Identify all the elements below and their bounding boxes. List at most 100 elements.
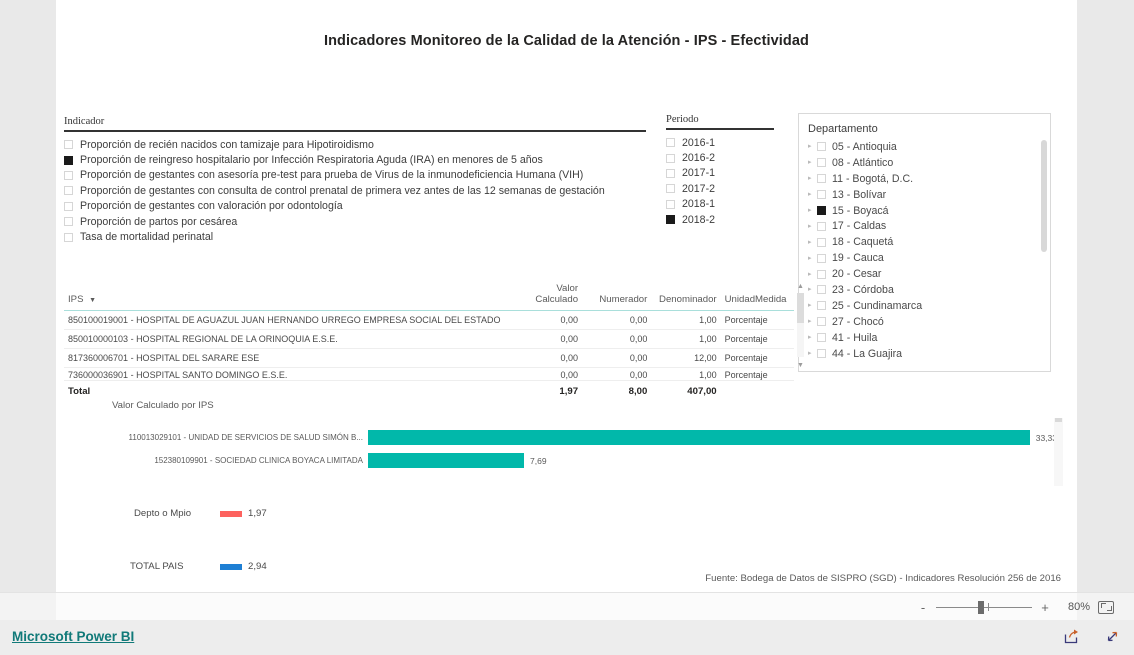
checkbox-unchecked[interactable] bbox=[666, 168, 675, 178]
periodo-option-5[interactable]: 2018-2 bbox=[666, 212, 774, 227]
departamento-scrollbar-thumb[interactable] bbox=[1041, 140, 1047, 252]
scroll-down-icon[interactable]: ▼ bbox=[795, 361, 806, 370]
table-row[interactable]: 850010000103 - HOSPITAL REGIONAL DE LA O… bbox=[64, 329, 794, 349]
departamento-option-5[interactable]: ▸ 17 - Caldas bbox=[808, 218, 1044, 234]
checkbox-unchecked[interactable] bbox=[817, 349, 826, 359]
indicador-option-2[interactable]: Proporción de gestantes con asesoría pre… bbox=[64, 168, 646, 183]
fullscreen-icon[interactable] bbox=[1103, 627, 1122, 651]
checkbox-unchecked[interactable] bbox=[64, 186, 73, 196]
chevron-right-icon[interactable]: ▸ bbox=[808, 334, 817, 341]
checkbox-unchecked[interactable] bbox=[666, 153, 675, 163]
chevron-right-icon[interactable]: ▸ bbox=[808, 302, 817, 309]
chevron-right-icon[interactable]: ▸ bbox=[808, 239, 817, 246]
bar-fill[interactable] bbox=[368, 453, 525, 468]
indicador-option-3[interactable]: Proporción de gestantes con consulta de … bbox=[64, 183, 646, 198]
chevron-right-icon[interactable]: ▸ bbox=[808, 223, 817, 230]
column-header-ips[interactable]: IPS ▼ bbox=[64, 281, 513, 311]
departamento-option-8[interactable]: ▸ 20 - Cesar bbox=[808, 266, 1044, 282]
zoom-out-button[interactable]: - bbox=[918, 601, 928, 614]
chevron-right-icon[interactable]: ▸ bbox=[808, 175, 817, 182]
chevron-right-icon[interactable]: ▸ bbox=[808, 191, 817, 198]
checkbox-unchecked[interactable] bbox=[817, 333, 826, 343]
checkbox-unchecked[interactable] bbox=[666, 199, 675, 209]
departamento-option-0[interactable]: ▸ 05 - Antioquia bbox=[808, 139, 1044, 155]
checkbox-unchecked[interactable] bbox=[666, 138, 675, 148]
departamento-option-10[interactable]: ▸ 25 - Cundinamarca bbox=[808, 298, 1044, 314]
departamento-option-label: 13 - Bolívar bbox=[832, 188, 887, 201]
chart-scrollbar[interactable] bbox=[1054, 418, 1063, 486]
departamento-option-7[interactable]: ▸ 19 - Cauca bbox=[808, 250, 1044, 266]
chevron-right-icon[interactable]: ▸ bbox=[808, 255, 817, 262]
table-row[interactable]: 817360006701 - HOSPITAL DEL SARARE ESE 0,… bbox=[64, 348, 794, 368]
periodo-option-0[interactable]: 2016-1 bbox=[666, 135, 774, 150]
checkbox-unchecked[interactable] bbox=[817, 269, 826, 279]
checkbox-unchecked[interactable] bbox=[64, 217, 73, 227]
report-canvas: Indicadores Monitoreo de la Calidad de l… bbox=[56, 0, 1077, 592]
checkbox-unchecked[interactable] bbox=[817, 221, 826, 231]
zoom-in-button[interactable]: + bbox=[1040, 601, 1050, 614]
column-header-valor-calculado[interactable]: Valor Calculado bbox=[512, 281, 583, 311]
periodo-option-4[interactable]: 2018-1 bbox=[666, 197, 774, 212]
checkbox-unchecked[interactable] bbox=[64, 140, 73, 150]
chevron-right-icon[interactable]: ▸ bbox=[808, 318, 817, 325]
powerbi-brand-link[interactable]: Microsoft Power BI bbox=[12, 629, 134, 644]
indicador-option-4[interactable]: Proporción de gestantes con valoración p… bbox=[64, 199, 646, 214]
indicador-option-5[interactable]: Proporción de partos por cesárea bbox=[64, 214, 646, 229]
checkbox-unchecked[interactable] bbox=[817, 253, 826, 263]
column-header-denominador[interactable]: Denominador bbox=[651, 281, 721, 311]
checkbox-unchecked[interactable] bbox=[666, 184, 675, 194]
zoom-slider-handle[interactable] bbox=[978, 601, 984, 614]
column-header-unidadmedida[interactable]: UnidadMedida bbox=[720, 281, 794, 311]
chevron-right-icon[interactable]: ▸ bbox=[808, 350, 817, 357]
checkbox-checked[interactable] bbox=[666, 215, 675, 225]
departamento-option-12[interactable]: ▸ 41 - Huila bbox=[808, 330, 1044, 346]
chevron-right-icon[interactable]: ▸ bbox=[808, 271, 817, 278]
table-scrollbar-thumb[interactable] bbox=[797, 293, 804, 323]
checkbox-unchecked[interactable] bbox=[817, 317, 826, 327]
chevron-right-icon[interactable]: ▸ bbox=[808, 207, 817, 214]
checkbox-unchecked[interactable] bbox=[64, 170, 73, 180]
indicador-option-6[interactable]: Tasa de mortalidad perinatal bbox=[64, 229, 646, 244]
indicador-option-1[interactable]: Proporción de reingreso hospitalario por… bbox=[64, 152, 646, 167]
departamento-option-6[interactable]: ▸ 18 - Caquetá bbox=[808, 234, 1044, 250]
chevron-right-icon[interactable]: ▸ bbox=[808, 143, 817, 150]
cell-numerador: 0,00 bbox=[582, 310, 652, 330]
departamento-option-2[interactable]: ▸ 11 - Bogotá, D.C. bbox=[808, 171, 1044, 187]
indicador-option-0[interactable]: Proporción de recién nacidos con tamizaj… bbox=[64, 137, 646, 152]
departamento-scrollbar[interactable] bbox=[1041, 140, 1047, 366]
chevron-right-icon[interactable]: ▸ bbox=[808, 159, 817, 166]
checkbox-unchecked[interactable] bbox=[817, 237, 826, 247]
chart-scrollbar-thumb[interactable] bbox=[1055, 418, 1062, 422]
departamento-option-11[interactable]: ▸ 27 - Chocó bbox=[808, 314, 1044, 330]
departamento-option-3[interactable]: ▸ 13 - Bolívar bbox=[808, 187, 1044, 203]
bar-row[interactable]: 110013029101 - UNIDAD DE SERVICIOS DE SA… bbox=[112, 426, 1057, 449]
checkbox-unchecked[interactable] bbox=[817, 158, 826, 168]
checkbox-unchecked[interactable] bbox=[817, 174, 826, 184]
bar-fill[interactable] bbox=[368, 430, 1030, 445]
checkbox-unchecked[interactable] bbox=[64, 232, 73, 242]
checkbox-checked[interactable] bbox=[64, 155, 73, 165]
table-row[interactable]: 736000036901 - HOSPITAL SANTO DOMINGO E.… bbox=[64, 367, 794, 381]
checkbox-unchecked[interactable] bbox=[817, 190, 826, 200]
periodo-option-3[interactable]: 2017-2 bbox=[666, 181, 774, 196]
periodo-option-1[interactable]: 2016-2 bbox=[666, 150, 774, 165]
column-header-numerador[interactable]: Numerador bbox=[582, 281, 652, 311]
checkbox-unchecked[interactable] bbox=[817, 301, 826, 311]
share-icon[interactable] bbox=[1062, 627, 1081, 651]
bar-row[interactable]: 152380109901 - SOCIEDAD CLINICA BOYACA L… bbox=[112, 449, 1057, 472]
periodo-option-2[interactable]: 2017-1 bbox=[666, 166, 774, 181]
departamento-option-1[interactable]: ▸ 08 - Atlántico bbox=[808, 155, 1044, 171]
checkbox-checked[interactable] bbox=[817, 206, 826, 215]
departamento-option-9[interactable]: ▸ 23 - Córdoba bbox=[808, 282, 1044, 298]
chevron-right-icon[interactable]: ▸ bbox=[808, 286, 817, 293]
checkbox-unchecked[interactable] bbox=[64, 201, 73, 211]
departamento-option-13[interactable]: ▸ 44 - La Guajira bbox=[808, 346, 1044, 362]
table-scrollbar[interactable]: ▲ ▼ bbox=[795, 282, 806, 370]
fit-to-screen-icon[interactable] bbox=[1098, 600, 1114, 614]
scroll-up-icon[interactable]: ▲ bbox=[795, 282, 806, 291]
table-row[interactable]: 850100019001 - HOSPITAL DE AGUAZUL JUAN … bbox=[64, 310, 794, 330]
checkbox-unchecked[interactable] bbox=[817, 285, 826, 295]
checkbox-unchecked[interactable] bbox=[817, 142, 826, 152]
zoom-slider[interactable] bbox=[936, 601, 1032, 614]
departamento-option-4[interactable]: ▸ 15 - Boyacá bbox=[808, 203, 1044, 219]
